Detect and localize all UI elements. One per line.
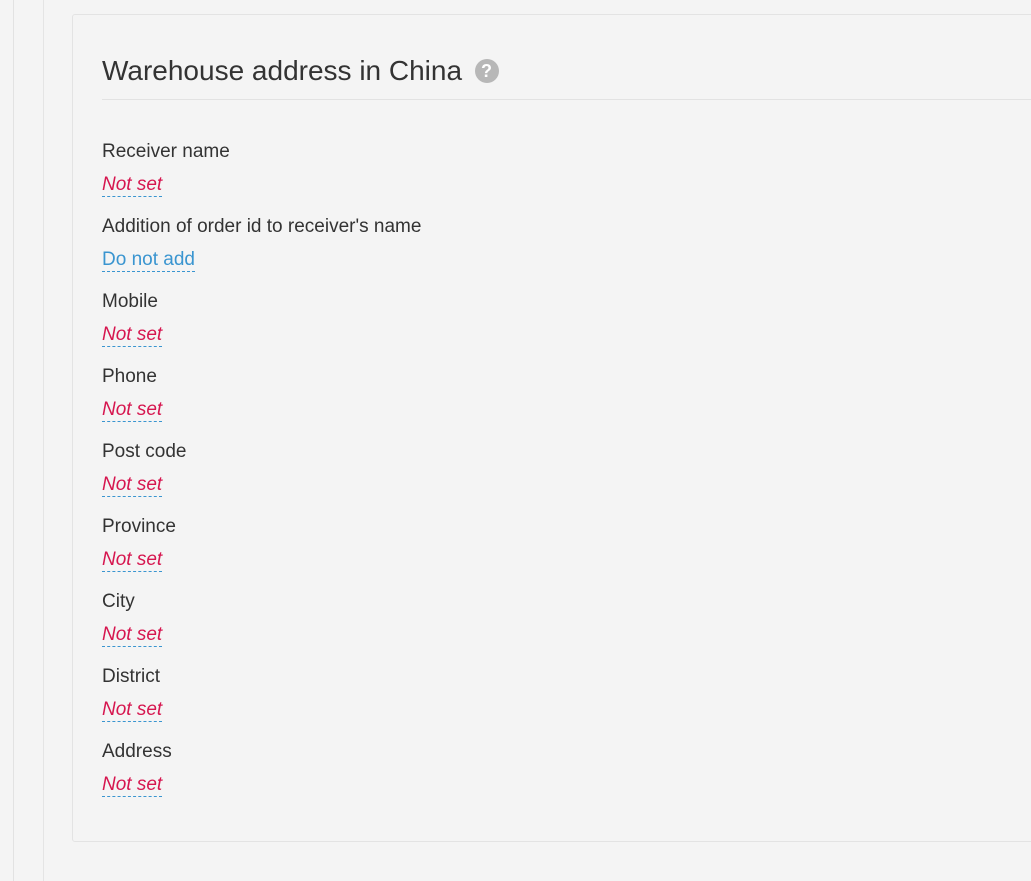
left-rail <box>0 0 14 881</box>
district-editable[interactable]: Not set <box>102 699 163 722</box>
field-post-code: Post code Not set <box>102 439 1002 514</box>
field-receiver-name: Receiver name Not set <box>102 139 1002 214</box>
field-label: Phone <box>102 366 157 387</box>
field-label: Address <box>102 741 172 762</box>
panel-title: Warehouse address in China <box>102 55 463 86</box>
field-district: District Not set <box>102 664 1002 739</box>
order-id-addition-editable[interactable]: Do not add <box>102 249 195 272</box>
content-divider <box>43 0 44 881</box>
mobile-editable[interactable]: Not set <box>102 324 163 347</box>
field-city: City Not set <box>102 589 1002 664</box>
field-label: District <box>102 666 161 687</box>
field-label: City <box>102 591 135 612</box>
post-code-editable[interactable]: Not set <box>102 474 163 497</box>
field-mobile: Mobile Not set <box>102 289 1002 364</box>
receiver-name-editable[interactable]: Not set <box>102 174 163 197</box>
address-editable[interactable]: Not set <box>102 774 163 797</box>
city-editable[interactable]: Not set <box>102 624 163 647</box>
address-fields: Receiver name Not set Addition of order … <box>102 139 1002 814</box>
field-phone: Phone Not set <box>102 364 1002 439</box>
field-label: Addition of order id to receiver's name <box>102 216 422 237</box>
field-label: Receiver name <box>102 141 230 162</box>
field-province: Province Not set <box>102 514 1002 589</box>
panel-header: Warehouse address in China ? <box>102 53 1031 100</box>
warehouse-address-panel: Warehouse address in China ? Receiver na… <box>72 14 1031 842</box>
field-label: Post code <box>102 441 187 462</box>
phone-editable[interactable]: Not set <box>102 399 163 422</box>
field-label: Mobile <box>102 291 158 312</box>
province-editable[interactable]: Not set <box>102 549 163 572</box>
field-label: Province <box>102 516 176 537</box>
question-circle-icon[interactable]: ? <box>474 59 499 83</box>
field-order-id-addition: Addition of order id to receiver's name … <box>102 214 1002 289</box>
field-address: Address Not set <box>102 739 1002 814</box>
